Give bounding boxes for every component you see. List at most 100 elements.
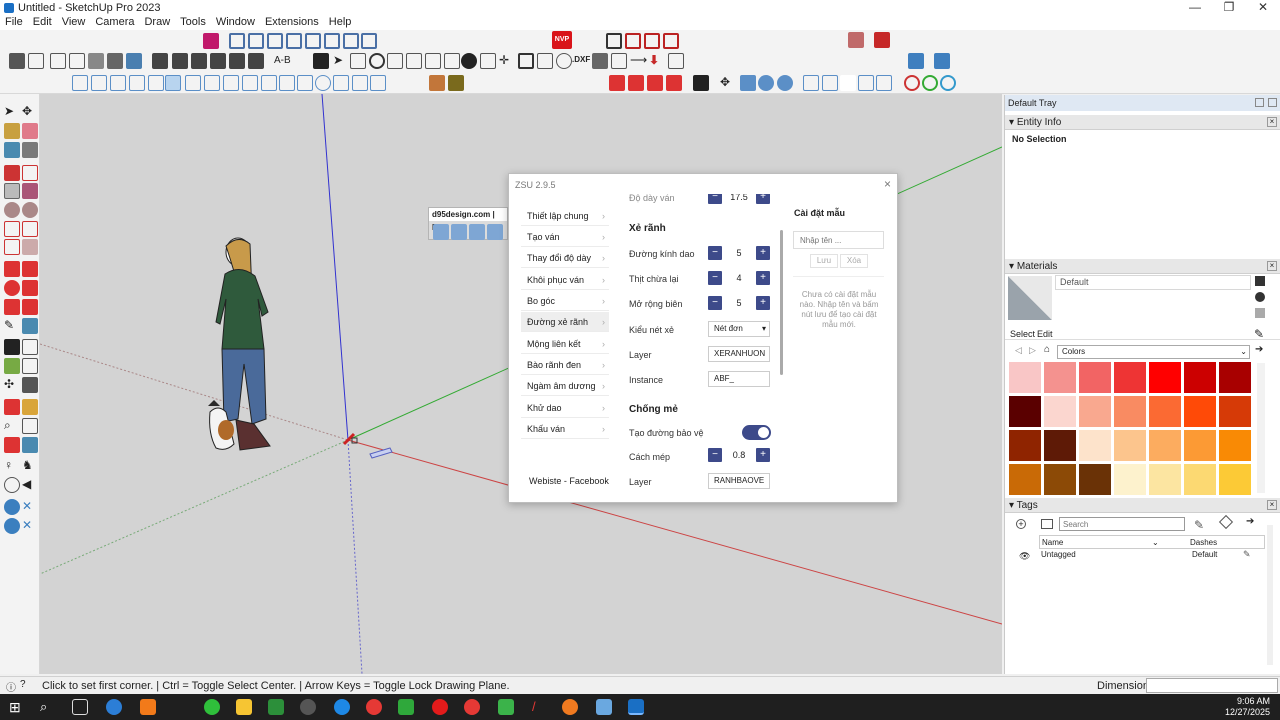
- tags-header[interactable]: ▾ Tags ×: [1005, 498, 1280, 513]
- text-icon[interactable]: [22, 339, 38, 355]
- section-display-icon[interactable]: [4, 518, 20, 534]
- rotated-rect-icon[interactable]: [22, 183, 38, 199]
- view-front-icon[interactable]: [267, 33, 283, 49]
- lock-icon[interactable]: [625, 33, 641, 49]
- color-swatch[interactable]: [1114, 464, 1146, 495]
- decrement-button[interactable]: −: [708, 448, 722, 462]
- section-icon[interactable]: [223, 75, 239, 91]
- section-icon[interactable]: [91, 75, 107, 91]
- footprint-icon[interactable]: ♞: [22, 458, 38, 474]
- menu-help[interactable]: Help: [324, 16, 357, 30]
- settings-scrollbar[interactable]: [780, 230, 783, 375]
- menu-tao-van[interactable]: Tạo ván ›: [521, 227, 609, 247]
- previous-tool-icon[interactable]: [22, 418, 38, 434]
- cross-icon[interactable]: ✕: [22, 499, 38, 515]
- color-swatch[interactable]: [1114, 396, 1146, 427]
- tray-pin-icon[interactable]: [1255, 98, 1264, 107]
- solid-icon[interactable]: [740, 75, 756, 91]
- wood-icon[interactable]: [429, 75, 445, 91]
- color-swatch[interactable]: [1009, 362, 1041, 393]
- color-swatch[interactable]: [1219, 362, 1251, 393]
- increment-button[interactable]: +: [756, 448, 770, 462]
- section-icon[interactable]: [72, 75, 88, 91]
- tag-eraser-icon[interactable]: [628, 75, 644, 91]
- arrow-down-icon[interactable]: ⬇: [649, 53, 665, 69]
- materials-tab-edit[interactable]: Edit: [1037, 329, 1053, 339]
- paint-bucket-icon[interactable]: [4, 123, 20, 139]
- zoom-window-tool-icon[interactable]: [22, 399, 38, 415]
- polygon-icon[interactable]: [22, 202, 38, 218]
- eraser-icon[interactable]: [22, 123, 38, 139]
- materials-library-select[interactable]: Colors ⌄: [1057, 345, 1250, 359]
- section-icon[interactable]: [261, 75, 277, 91]
- report-icon[interactable]: [848, 32, 864, 48]
- move-icon[interactable]: ✥: [22, 104, 38, 120]
- section-icon[interactable]: [315, 75, 331, 91]
- eyedropper-icon[interactable]: ✎: [1254, 327, 1264, 341]
- tag-paint-icon[interactable]: [609, 75, 625, 91]
- sample-paint-icon[interactable]: [1255, 308, 1265, 318]
- decrement-button[interactable]: −: [708, 296, 722, 310]
- color-swatch[interactable]: [1149, 396, 1181, 427]
- orbit-tool-icon[interactable]: ✣: [4, 377, 20, 393]
- move-left-icon[interactable]: [606, 33, 622, 49]
- excel-icon[interactable]: [268, 699, 284, 715]
- info-icon[interactable]: ⓘ: [6, 679, 16, 694]
- color-swatch[interactable]: [1079, 430, 1111, 461]
- increment-button[interactable]: +: [756, 271, 770, 285]
- floating-tool-icon[interactable]: [433, 224, 449, 240]
- view-right-icon[interactable]: [286, 33, 302, 49]
- color-swatch[interactable]: [1219, 396, 1251, 427]
- zoom-extents-tool-icon[interactable]: ⌕: [4, 418, 20, 434]
- warehouse-icon[interactable]: [934, 53, 950, 69]
- section-plane-icon[interactable]: [4, 499, 20, 515]
- eye-icon[interactable]: [4, 477, 20, 493]
- menu-extensions[interactable]: Extensions: [260, 16, 324, 30]
- decrement-button[interactable]: −: [708, 271, 722, 285]
- pie-icon[interactable]: [22, 239, 38, 255]
- windows-start-icon[interactable]: ⊞: [9, 699, 25, 715]
- stepper-value[interactable]: 5: [722, 246, 756, 260]
- section-icon[interactable]: [297, 75, 313, 91]
- color-swatch[interactable]: [1184, 464, 1216, 495]
- dxf-icon[interactable]: .DXF: [572, 55, 590, 64]
- app-icon[interactable]: [204, 699, 220, 715]
- create-material-icon[interactable]: [1255, 292, 1265, 302]
- decrement-button[interactable]: −: [708, 246, 722, 260]
- style-shaded-icon[interactable]: [126, 53, 142, 69]
- add-folder-icon[interactable]: [1041, 519, 1053, 529]
- color-swatch[interactable]: [1219, 430, 1251, 461]
- color-swatch[interactable]: [1079, 464, 1111, 495]
- tags-scrollbar[interactable]: [1267, 525, 1273, 665]
- circle-icon[interactable]: [556, 53, 572, 69]
- 3d-text-icon[interactable]: [22, 358, 38, 374]
- floating-tool-icon[interactable]: [451, 224, 467, 240]
- tape-tool-icon[interactable]: ✎: [4, 318, 20, 334]
- website-facebook-link[interactable]: Webiste - Facebook: [529, 476, 609, 486]
- nvp-icon[interactable]: NVP: [552, 31, 572, 49]
- look-around-icon[interactable]: [22, 437, 38, 453]
- group-icon[interactable]: [28, 53, 44, 69]
- menu-bao-ranh-den[interactable]: Bào rãnh đen ›: [521, 355, 609, 375]
- axes-icon[interactable]: ✛: [499, 53, 515, 69]
- decrement-button[interactable]: −: [708, 194, 722, 204]
- task-view-icon[interactable]: [72, 699, 88, 715]
- move-tool-icon[interactable]: [4, 261, 20, 277]
- tags-search-input[interactable]: [1059, 517, 1185, 531]
- mo-rong-bien-stepper[interactable]: − 5 +: [708, 296, 770, 310]
- color-swatch[interactable]: [1219, 464, 1251, 495]
- entity-info-close-icon[interactable]: ×: [1267, 117, 1277, 127]
- freehand-icon[interactable]: [22, 165, 38, 181]
- walk-icon[interactable]: ♀: [4, 458, 20, 474]
- color-swatch[interactable]: [1044, 464, 1076, 495]
- section-icon[interactable]: [148, 75, 164, 91]
- tag-name-untagged[interactable]: Untagged: [1041, 550, 1076, 559]
- measure-icon[interactable]: [858, 75, 874, 91]
- settings-gear-icon[interactable]: [461, 53, 477, 69]
- add-tag-icon[interactable]: +: [1016, 519, 1026, 529]
- menu-khau-van[interactable]: Khấu ván ›: [521, 419, 609, 439]
- save-preset-button[interactable]: Lưu: [810, 254, 838, 268]
- grid-icon[interactable]: [480, 53, 496, 69]
- stepper-value[interactable]: 0.8: [722, 448, 756, 462]
- protractor-icon[interactable]: [4, 339, 20, 355]
